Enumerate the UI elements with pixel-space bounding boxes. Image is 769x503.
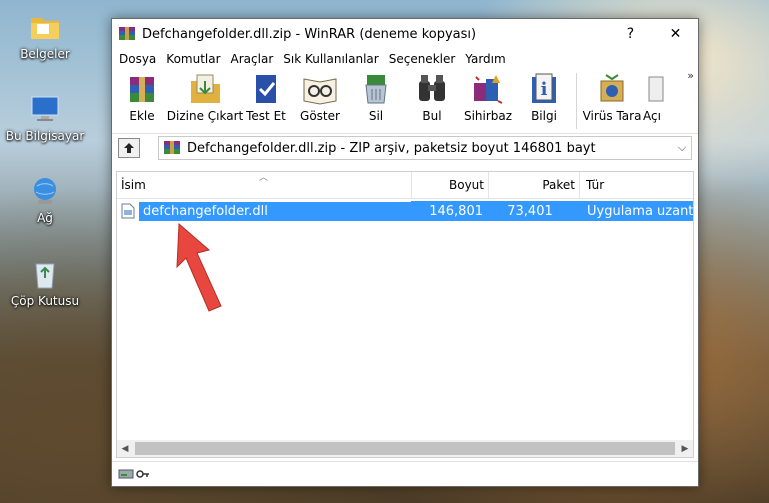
menu-item-options[interactable]: Seçenekler (384, 52, 461, 66)
menu-item-file[interactable]: Dosya (114, 52, 161, 66)
chevron-down-icon[interactable]: ⌵ (673, 141, 691, 155)
virus-scan-button[interactable]: Virüs Tara (581, 71, 643, 123)
scrollbar-thumb[interactable] (135, 442, 675, 455)
desktop-icon-label: Bu Bilgisayar (5, 129, 85, 143)
svg-text:i: i (541, 79, 548, 100)
comment-icon (643, 71, 665, 107)
horizontal-scrollbar[interactable]: ◀ ▶ (117, 440, 693, 457)
desktop-icon-label: Ağ (37, 211, 53, 225)
find-icon (412, 71, 452, 107)
toolbar-overflow-chevron-icon[interactable]: » (687, 69, 694, 82)
tool-label: Göster (300, 109, 340, 123)
extract-icon (185, 71, 225, 107)
tool-label: Bul (422, 109, 442, 123)
file-packed-size: 73,401 (487, 201, 573, 221)
status-bar (112, 461, 698, 486)
add-button[interactable]: Ekle (114, 71, 170, 123)
menu-item-commands[interactable]: Komutlar (161, 52, 225, 66)
file-size: 146,801 (411, 201, 487, 221)
desktop-icon-documents[interactable]: Belgeler (3, 10, 87, 61)
scroll-left-icon[interactable]: ◀ (117, 444, 133, 454)
tool-label: Ekle (129, 109, 155, 123)
tool-label: Bilgi (531, 109, 557, 123)
view-button[interactable]: Göster (292, 71, 348, 123)
scroll-right-icon[interactable]: ▶ (677, 444, 693, 454)
desktop-icon-network[interactable]: Ağ (3, 174, 87, 225)
comment-button[interactable]: Açı (643, 71, 665, 123)
close-button[interactable]: ✕ (653, 26, 698, 42)
view-icon (300, 71, 340, 107)
info-icon: i (524, 71, 564, 107)
column-header-size[interactable]: Boyut (412, 172, 489, 198)
sort-ascending-icon: ︿ (259, 173, 269, 183)
menu-bar: Dosya Komutlar Araçlar Sık Kullanılanlar… (112, 49, 698, 69)
test-button[interactable]: Test Et (240, 71, 292, 123)
path-dropdown[interactable]: Defchangefolder.dll.zip - ZIP arşiv, pak… (158, 136, 692, 160)
address-bar: Defchangefolder.dll.zip - ZIP arşiv, pak… (112, 134, 698, 162)
tool-label: Sil (368, 109, 384, 123)
desktop-icon-label: Belgeler (20, 47, 70, 61)
winrar-app-icon (118, 26, 136, 42)
test-icon (246, 71, 286, 107)
file-type: Uygulama uzantısı (573, 201, 693, 221)
title-bar[interactable]: Defchangefolder.dll.zip - WinRAR (deneme… (112, 19, 698, 49)
tool-label: Sihirbaz (463, 109, 513, 123)
desktop-icon-label: Çöp Kutusu (10, 294, 80, 308)
archive-path: Defchangefolder.dll.zip - ZIP arşiv, pak… (187, 140, 596, 156)
menu-item-help[interactable]: Yardım (460, 52, 510, 66)
toolbar-separator (576, 73, 577, 129)
folder-icon (28, 10, 62, 44)
virus-scan-icon (592, 71, 632, 107)
column-headers: İsim Boyut Paket Tür ︿ (117, 172, 693, 199)
help-button[interactable]: ? (608, 26, 653, 42)
add-archive-icon (122, 71, 162, 107)
delete-icon (356, 71, 396, 107)
tool-label: Virüs Tara (582, 109, 642, 123)
up-folder-button[interactable] (118, 138, 140, 158)
tool-label: Açı (643, 109, 661, 123)
extract-to-button[interactable]: Dizine Çıkart (166, 71, 244, 123)
tool-label: Test Et (246, 109, 286, 123)
network-icon (28, 174, 62, 208)
find-button[interactable]: Bul (404, 71, 460, 123)
window-title: Defchangefolder.dll.zip - WinRAR (deneme… (142, 26, 477, 42)
file-name: defchangefolder.dll (139, 201, 411, 221)
toolbar: Ekle Dizine Çıkart Test Et Göster Sil Bu… (112, 69, 698, 134)
wizard-button[interactable]: Sihirbaz (460, 71, 516, 123)
recycle-bin-icon (28, 257, 62, 291)
menu-item-tools[interactable]: Araçlar (226, 52, 279, 66)
menu-item-favorites[interactable]: Sık Kullanılanlar (278, 52, 383, 66)
file-row[interactable]: defchangefolder.dll 146,801 73,401 Uygul… (117, 201, 693, 221)
column-header-packed[interactable]: Paket (489, 172, 580, 198)
wizard-icon (468, 71, 508, 107)
winrar-window: Defchangefolder.dll.zip - WinRAR (deneme… (111, 18, 699, 487)
pointer-arrow-annotation (176, 222, 222, 312)
dll-file-icon (121, 203, 135, 219)
info-button[interactable]: i Bilgi (516, 71, 572, 123)
tool-label: Dizine Çıkart (166, 109, 244, 123)
desktop-icon-recycle-bin[interactable]: Çöp Kutusu (3, 257, 87, 308)
drive-icon[interactable] (118, 468, 134, 480)
arrow-up-icon (124, 143, 134, 153)
key-icon[interactable] (136, 468, 150, 480)
delete-button[interactable]: Sil (348, 71, 404, 123)
zip-archive-icon (163, 140, 181, 156)
file-list: İsim Boyut Paket Tür ︿ defchangefolder.d… (116, 171, 694, 458)
computer-icon (28, 92, 62, 126)
desktop-icon-computer[interactable]: Bu Bilgisayar (3, 92, 87, 143)
column-header-type[interactable]: Tür (580, 172, 693, 198)
